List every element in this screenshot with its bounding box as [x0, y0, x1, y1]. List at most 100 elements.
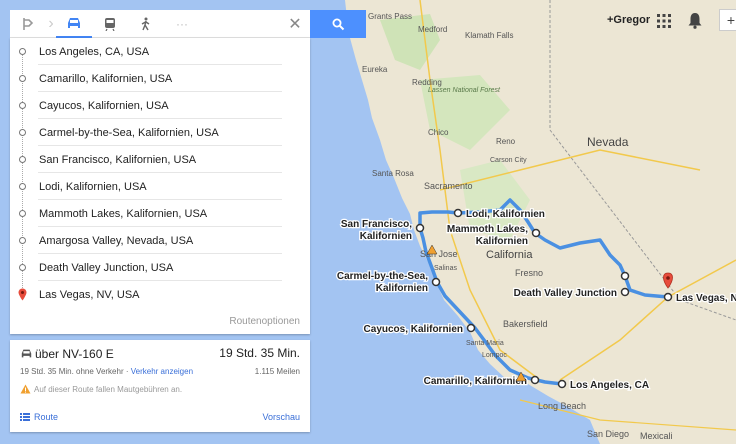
warning-icon: [20, 384, 31, 394]
waypoint-row[interactable]: Death Valley Junction, USA: [10, 254, 310, 281]
waypoint-row[interactable]: Lodi, Kalifornien, USA: [10, 173, 310, 200]
map-label: San Diego: [587, 429, 629, 439]
toll-warning: Auf dieser Route fallen Mautgebühren an.: [34, 385, 183, 394]
directions-mode-button[interactable]: [10, 10, 46, 38]
waypoint-row[interactable]: Mammoth Lakes, Kalifornien, USA: [10, 200, 310, 227]
waypoint-text[interactable]: Cayucos, Kalifornien, USA: [39, 100, 169, 112]
marker-label: Carmel-by-the-Sea,: [337, 271, 428, 282]
waypoint-dot-icon: [19, 210, 26, 217]
waypoint-text[interactable]: Los Angeles, CA, USA: [39, 46, 149, 58]
route-marker-lodi[interactable]: Lodi, Kalifornien: [453, 208, 546, 221]
marker-label: Camarillo, Kalifornien: [424, 376, 527, 387]
marker-label: Kalifornien: [360, 231, 412, 242]
route-options-link[interactable]: Routenoptionen: [229, 316, 300, 327]
search-icon: [332, 18, 344, 30]
map-label: Medford: [418, 25, 447, 34]
map-label: Klamath Falls: [465, 31, 513, 40]
apps-grid-icon[interactable]: [657, 14, 671, 28]
route-details-link[interactable]: Route: [20, 412, 58, 422]
walk-icon: [141, 17, 150, 30]
route-marker-los-angeles[interactable]: Los Angeles, CA: [557, 379, 650, 392]
waypoint-row[interactable]: San Francisco, Kalifornien, USA: [10, 146, 310, 173]
more-icon: ···: [176, 16, 188, 31]
close-icon: ✕: [288, 15, 302, 33]
waypoint-row[interactable]: Camarillo, Kalifornien, USA: [10, 65, 310, 92]
waypoint-row[interactable]: Las Vegas, NV, USA: [10, 281, 310, 308]
preview-link[interactable]: Vorschau: [262, 412, 300, 422]
route-marker-amargosa[interactable]: [620, 271, 630, 281]
waypoint-dot-icon: [19, 237, 26, 244]
waypoint-row[interactable]: Carmel-by-the-Sea, Kalifornien, USA: [10, 119, 310, 146]
map-label: Mexicali: [640, 431, 673, 441]
map-label: Chico: [428, 128, 449, 137]
map-label: Santa Maria: [466, 340, 504, 347]
notifications-bell-icon[interactable]: [688, 12, 702, 29]
chevron-right-icon: ›: [48, 14, 54, 32]
map-label: Grants Pass: [368, 12, 412, 21]
marker-label: Kalifornien: [476, 236, 528, 247]
waypoint-dot-icon: [19, 75, 26, 82]
duration-without-traffic: 19 Std. 35 Min. ohne Verkehr · Verkehr a…: [20, 367, 194, 376]
waypoint-dot-icon: [19, 129, 26, 136]
route-via: über NV-160 E: [35, 347, 114, 361]
route-marker-death-valley[interactable]: Death Valley Junction: [512, 287, 630, 300]
directions-icon: [23, 17, 34, 30]
waypoint-dot-icon: [19, 48, 26, 55]
map-label: Santa Rosa: [372, 169, 414, 178]
waypoint-text[interactable]: Carmel-by-the-Sea, Kalifornien, USA: [39, 127, 219, 139]
map-label: California: [486, 249, 533, 261]
waypoint-text[interactable]: Las Vegas, NV, USA: [39, 289, 140, 301]
account-name[interactable]: +Gregor: [607, 14, 650, 26]
marker-label: Lodi, Kalifornien: [466, 209, 545, 220]
transit-mode-button[interactable]: [92, 10, 128, 38]
car-icon: [21, 349, 32, 358]
marker-label: Death Valley Junction: [514, 288, 617, 299]
map-label: Carson City: [490, 157, 527, 164]
waypoint-text[interactable]: Death Valley Junction, USA: [39, 262, 173, 274]
map-label: Bakersfield: [503, 319, 548, 329]
waypoint-text[interactable]: Amargosa Valley, Nevada, USA: [39, 235, 193, 247]
marker-label: San Francisco,: [341, 219, 412, 230]
marker-label: Mammoth Lakes,: [447, 224, 528, 235]
map-label: Lassen National Forest: [428, 87, 501, 94]
route-summary-card[interactable]: über NV-160 E 19 Std. 35 Min. 19 Std. 35…: [10, 340, 310, 432]
map-label: Eureka: [362, 65, 388, 74]
search-button[interactable]: [310, 10, 366, 38]
route-duration: 19 Std. 35 Min.: [219, 346, 300, 360]
map-label: Nevada: [587, 135, 629, 149]
plus-icon: +: [726, 12, 736, 28]
marker-label: Kalifornien: [376, 283, 428, 294]
waypoint-row[interactable]: Los Angeles, CA, USA: [10, 38, 310, 65]
waypoint-dot-icon: [19, 264, 26, 271]
share-plus-button[interactable]: +: [719, 9, 736, 31]
waypoint-text[interactable]: Camarillo, Kalifornien, USA: [39, 73, 172, 85]
walk-mode-button[interactable]: [128, 10, 164, 38]
map-label: Salinas: [434, 265, 457, 272]
map-label: San Jose: [420, 249, 458, 259]
waypoint-text[interactable]: Lodi, Kalifornien, USA: [39, 181, 147, 193]
car-mode-button[interactable]: [56, 10, 92, 38]
show-traffic-link[interactable]: Verkehr anzeigen: [131, 367, 193, 376]
waypoint-row[interactable]: Amargosa Valley, Nevada, USA: [10, 227, 310, 254]
waypoint-text[interactable]: San Francisco, Kalifornien, USA: [39, 154, 196, 166]
car-icon: [68, 17, 80, 28]
transit-icon: [105, 17, 115, 31]
map-label: Fresno: [515, 268, 543, 278]
map-label: Redding: [412, 78, 442, 87]
route-distance: 1.115 Meilen: [254, 367, 300, 376]
close-directions-button[interactable]: ✕: [280, 10, 310, 38]
marker-label: Cayucos, Kalifornien: [364, 324, 463, 335]
waypoint-dot-icon: [19, 102, 26, 109]
destination-pin-icon: [18, 288, 27, 301]
marker-label: Las Vegas, N: [676, 293, 736, 304]
waypoints-panel: Los Angeles, CA, USA Camarillo, Kaliforn…: [10, 38, 310, 334]
waypoint-row[interactable]: Cayucos, Kalifornien, USA: [10, 92, 310, 119]
map-label: Long Beach: [538, 401, 586, 411]
travel-mode-bar: › ··· ✕: [10, 10, 310, 38]
marker-label: Los Angeles, CA: [570, 380, 649, 391]
list-icon: [20, 413, 30, 421]
waypoint-text[interactable]: Mammoth Lakes, Kalifornien, USA: [39, 208, 207, 220]
route-marker-cayucos[interactable]: Cayucos, Kalifornien: [362, 323, 476, 336]
more-modes-button[interactable]: ···: [164, 10, 200, 38]
waypoint-dot-icon: [19, 183, 26, 190]
